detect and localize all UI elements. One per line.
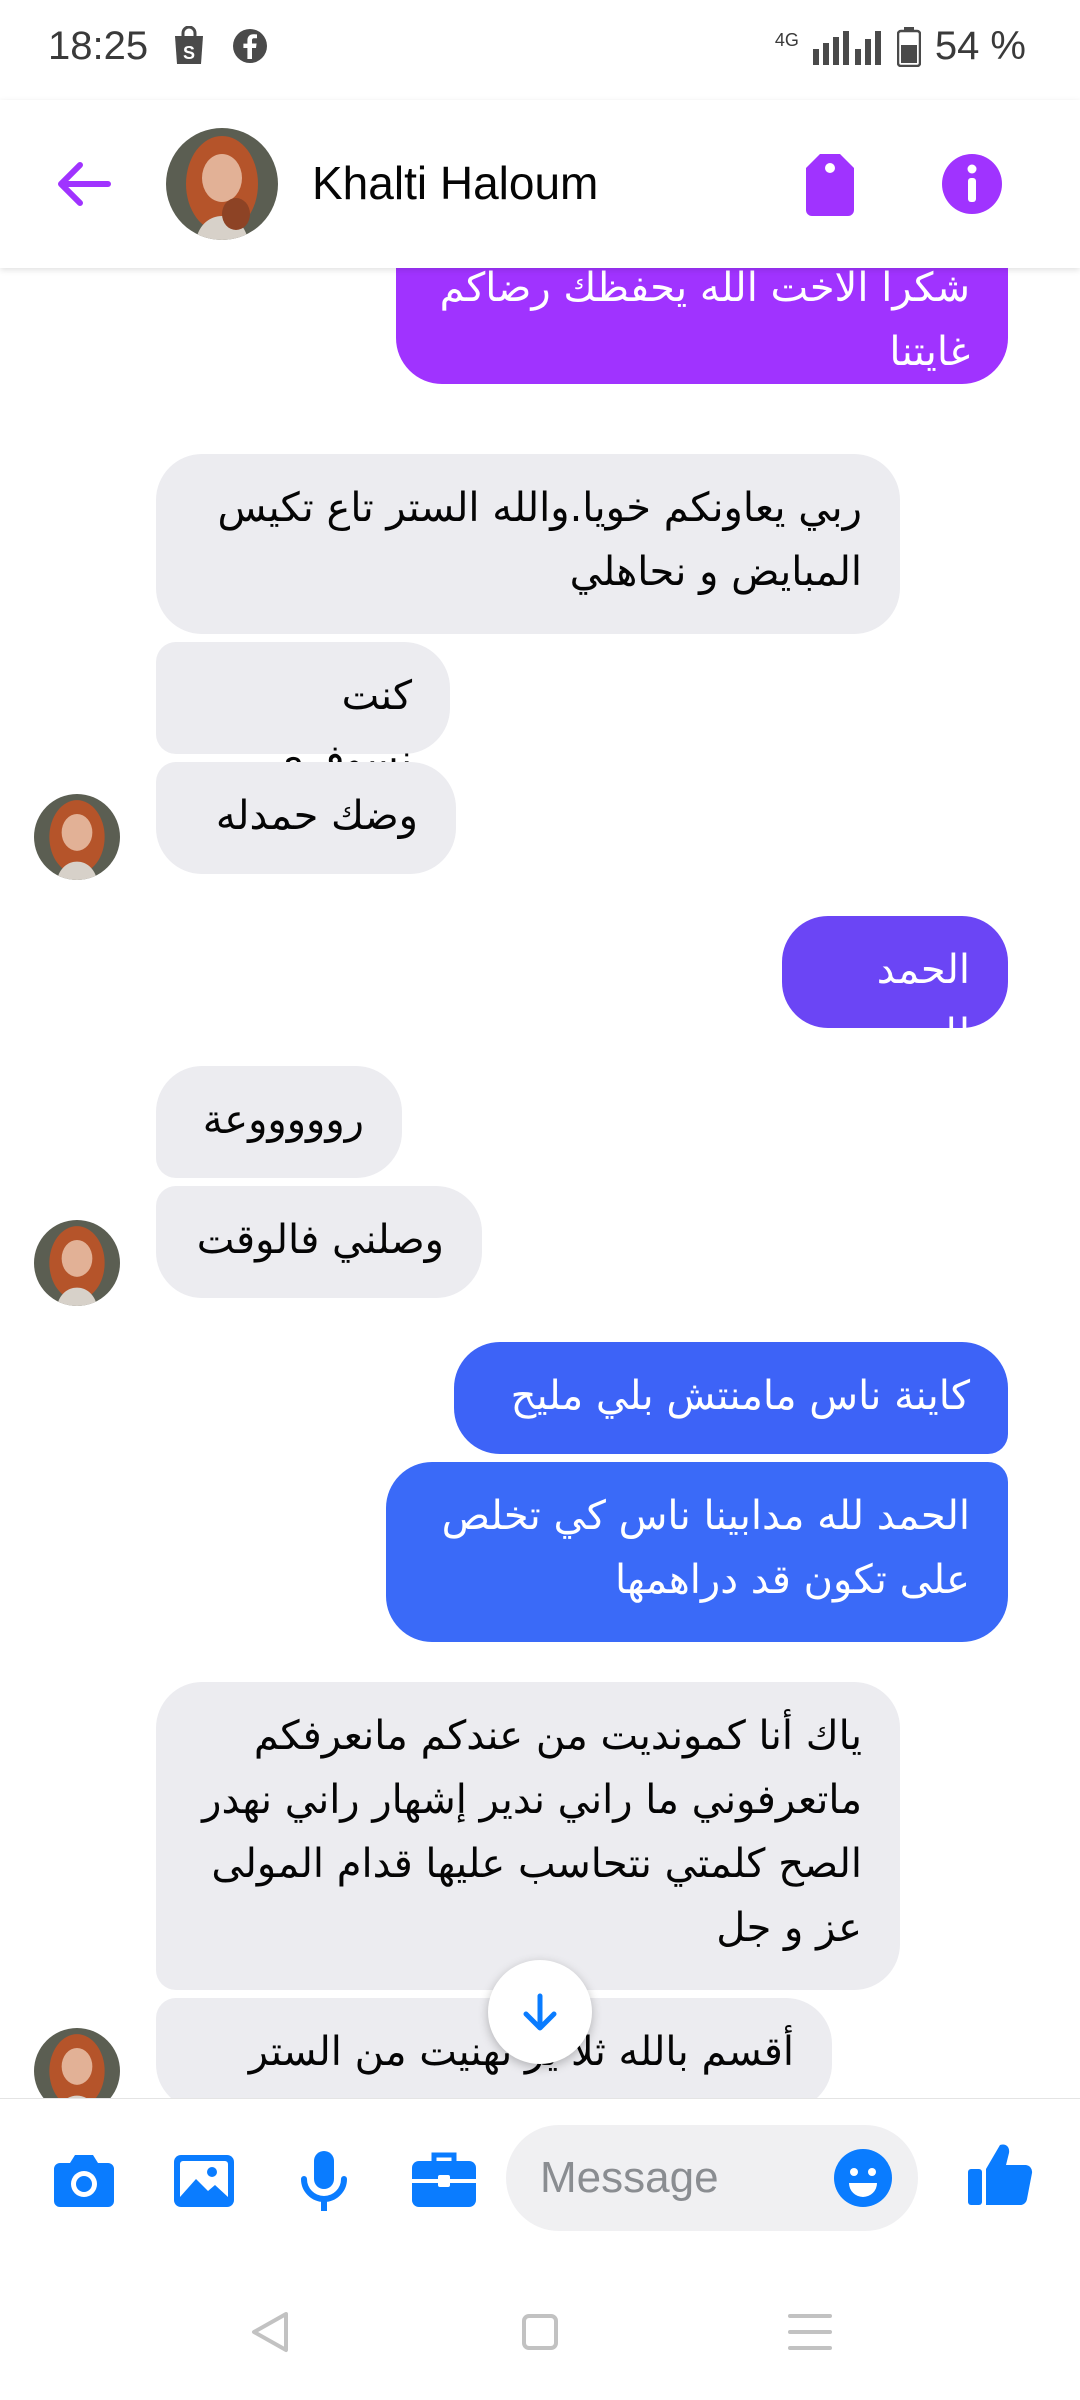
message-bubble-received[interactable]: ياك أنا كمونديت من عندكم مانعرفكم ماتعرف… [156, 1682, 900, 1990]
network-type: 4G [774, 29, 799, 50]
system-navigation-bar [0, 2258, 1080, 2400]
tag-icon[interactable] [798, 150, 862, 218]
message-bubble-received[interactable]: وضك حمدله [156, 762, 456, 874]
message-bubble-received[interactable]: روووووعة [156, 1066, 402, 1178]
sender-avatar[interactable] [34, 1220, 120, 1306]
signal-icon [812, 30, 881, 65]
back-arrow-icon[interactable] [52, 152, 116, 216]
image-icon[interactable] [168, 2145, 240, 2217]
emoji-icon[interactable] [832, 2147, 894, 2209]
sender-avatar[interactable] [34, 2028, 120, 2098]
home-square-icon[interactable] [510, 2302, 570, 2362]
info-icon[interactable] [940, 152, 1004, 216]
message-bubble-sent[interactable]: الحمد لله [782, 916, 1008, 1057]
battery-percentage: 54 % [934, 24, 1026, 68]
status-bar: 18:25 S 4G 54 % [0, 0, 1080, 100]
message-placeholder: Message [540, 2153, 719, 2202]
scroll-to-bottom-button[interactable] [488, 1960, 592, 2064]
message-bubble-sent[interactable]: شكرا الاخت الله يحفظك رضاكم غايتنا [396, 268, 1008, 384]
status-notification-icons: S [172, 26, 268, 66]
arrow-down-icon [523, 1993, 557, 2031]
message-input[interactable]: Message [506, 2125, 918, 2231]
message-bubble-received[interactable]: ربي يعاونكم خويا.والله الستر تاع تكيس ال… [156, 454, 900, 634]
avatar-image [34, 2028, 120, 2098]
message-bubble-received[interactable]: وصلني فالوقت [156, 1186, 482, 1298]
message-bubble-received[interactable]: كنت نسوفري [156, 642, 450, 783]
status-system-icons: 4G 54 % [775, 24, 1026, 69]
avatar-image [34, 1220, 120, 1306]
menu-lines-icon[interactable] [780, 2302, 840, 2362]
avatar-image [166, 128, 278, 240]
briefcase-icon[interactable] [408, 2145, 480, 2217]
message-bubble-sent[interactable]: كاينة ناس مامنتش بلي مليح [454, 1342, 1008, 1454]
microphone-icon[interactable] [288, 2145, 360, 2217]
message-bubble-sent[interactable]: الحمد لله مدابينا ناس كي تخلص على تكون ق… [386, 1462, 1008, 1642]
status-time: 18:25 [48, 24, 149, 68]
back-triangle-icon[interactable] [240, 2302, 300, 2362]
thumbs-up-icon[interactable] [964, 2139, 1036, 2211]
facebook-icon [233, 29, 267, 63]
avatar-image [34, 794, 120, 880]
conversation-header: Khalti Haloum [0, 100, 1080, 268]
contact-avatar[interactable] [166, 128, 278, 240]
camera-icon[interactable] [48, 2145, 120, 2217]
contact-name[interactable]: Khalti Haloum [312, 156, 598, 210]
sender-avatar[interactable] [34, 794, 120, 880]
battery-icon [896, 26, 921, 67]
message-list[interactable]: شكرا الاخت الله يحفظك رضاكم غايتنا ربي ي… [0, 268, 1080, 2098]
svg-text:S: S [183, 43, 195, 63]
shopping-bag-icon: S [175, 26, 203, 64]
message-composer: Message [0, 2098, 1080, 2258]
